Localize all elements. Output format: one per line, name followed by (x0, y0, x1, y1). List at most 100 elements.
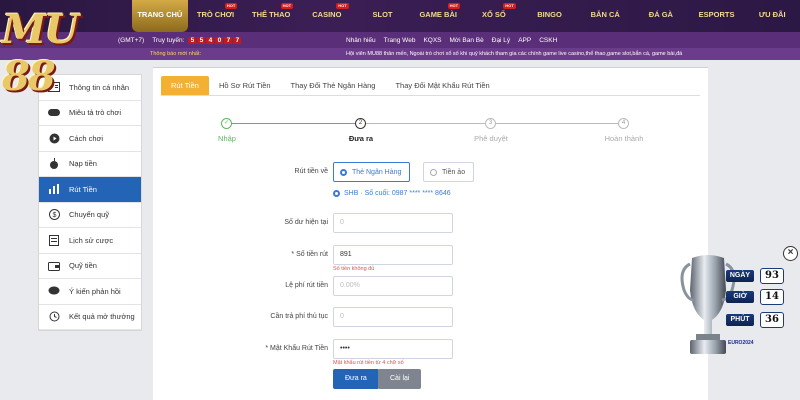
quick-link[interactable]: CSKH (539, 37, 557, 44)
countdown-row: NGÀY 93 (726, 268, 788, 284)
quick-link[interactable]: Trang Web (384, 37, 416, 44)
amount-input[interactable]: 891 (333, 245, 453, 265)
nav-item-1[interactable]: TRÒ CHƠI HOT (188, 0, 244, 32)
nav-item-4[interactable]: SLOT (355, 0, 411, 32)
quick-link[interactable]: Đại Lý (492, 37, 510, 44)
site-logo[interactable]: MU 88 (2, 6, 132, 100)
history-list-icon (47, 234, 61, 246)
sidebar-item-label: Nạp tiền (69, 159, 97, 169)
step-label-1: Nhập (218, 134, 236, 143)
sidebar-item-8[interactable]: Ý kiến phản hồi (39, 279, 141, 305)
quick-link[interactable]: KQXS (423, 37, 441, 44)
hot-badge: HOT (224, 3, 238, 9)
nav-item-label: SLOT (372, 10, 393, 19)
withdraw-tabs: Rút Tiền Hồ Sơ Rút Tiền Thay Đổi Thẻ Ngân … (161, 76, 700, 96)
countdown-value: 36 (760, 312, 784, 328)
bar-chart-icon (47, 183, 61, 195)
quick-link[interactable]: APP (518, 37, 531, 44)
password-row: * Mật Khẩu Rút Tiền •••• Mật khẩu rút ti… (153, 339, 708, 366)
counter-digit: 7 (224, 36, 233, 44)
nav-item-10[interactable]: ESPORTS (689, 0, 745, 32)
sidebar-item-3[interactable]: Nạp tiền (39, 152, 141, 177)
submit-button[interactable]: Đưa ra (333, 369, 379, 389)
sidebar-item-7[interactable]: Quỹ tiền (39, 254, 141, 279)
step-dot-1: ✓ (221, 118, 232, 129)
sidebar-item-5[interactable]: $ Chuyển quỹ (39, 203, 141, 228)
hot-badge: HOT (336, 3, 349, 9)
tab-2[interactable]: Thay Đổi Thẻ Ngân Hàng (281, 76, 386, 95)
option-bank-label: Thẻ Ngân Hàng (352, 168, 402, 176)
sidebar-item-label: Rút Tiền (69, 184, 97, 194)
sidebar-item-4[interactable]: Rút Tiền (39, 177, 141, 203)
euro-label: EURO2024 (728, 340, 754, 346)
processing-fee-field[interactable]: 0 (333, 307, 453, 327)
reset-button[interactable]: Cài lại (378, 369, 422, 389)
option-bank-card[interactable]: Thẻ Ngân Hàng (333, 162, 411, 182)
option-crypto[interactable]: Tiền ảo (423, 162, 475, 182)
counter-digit: 5 (188, 36, 197, 44)
nav-item-6[interactable]: XỔ SỐ HOT (466, 0, 522, 32)
amount-row: * Số tiền rút 891 Số tiền không đủ (153, 245, 708, 272)
nav-item-0[interactable]: TRANG CHỦ (132, 0, 188, 32)
amount-error: Số tiền không đủ (333, 266, 375, 272)
balance-row: Số dư hiện tại 0 (153, 213, 708, 233)
step-dot-4: 4 (618, 118, 629, 129)
nav-item-label: BINGO (537, 10, 562, 19)
nav-item-11[interactable]: ƯU ĐÃI (744, 0, 800, 32)
main-nav: TRANG CHỦ TRÒ CHƠI HOT THỂ THAO HOT CASINO HOT… (132, 0, 800, 32)
top-header: MU 88 TRANG CHỦ TRÒ CHƠI HOT THỂ THAO HOT CAS… (0, 0, 800, 100)
nav-item-label: XỔ SỐ (481, 10, 506, 19)
nav-item-label: GAME BÀI (419, 10, 457, 19)
bank-account-option[interactable]: SHB · Số cuối: 0987 **** **** 8646 (333, 190, 451, 197)
play-circle-icon (47, 132, 61, 144)
nav-item-2[interactable]: THỂ THAO HOT (243, 0, 299, 32)
nav-item-label: ƯU ĐÃI (758, 10, 786, 19)
nav-item-7[interactable]: BINGO (522, 0, 578, 32)
coin-icon: $ (47, 209, 61, 221)
gamepad-icon (47, 107, 61, 119)
nav-item-8[interactable]: BẮN CÁ (577, 0, 633, 32)
countdown-unit-label: NGÀY (726, 270, 754, 282)
tab-3[interactable]: Thay Đổi Mật Khẩu Rút Tiền (385, 76, 499, 95)
bank-row: SHB · Số cuối: 0987 **** **** 8646 (153, 190, 708, 202)
tab-1[interactable]: Hồ Sơ Rút Tiền (209, 76, 281, 95)
fee-label: Lệ phí rút tiền (285, 282, 328, 289)
nav-item-label: TRÒ CHƠI (196, 10, 235, 19)
quick-link[interactable]: Nhân hiếu (346, 37, 376, 44)
step-dot-2: 2 (355, 118, 366, 129)
nav-item-5[interactable]: GAME BÀI HOT (410, 0, 466, 32)
withdraw-password-input[interactable]: •••• (333, 339, 453, 359)
fee-row: Lệ phí rút tiền 0.00% (153, 276, 708, 296)
password-error: Mật khẩu rút tiền từ 4 chữ số (333, 360, 404, 366)
notice-label: Thông báo mới nhất: (150, 51, 201, 57)
sidebar-item-label: Kết quả mở thưởng (69, 312, 135, 322)
quick-link[interactable]: Mời Ban Bè (450, 37, 484, 44)
countdown-unit-label: GIỜ (726, 291, 754, 303)
nav-item-label: ĐÁ GÀ (648, 10, 673, 19)
chat-icon (47, 285, 61, 297)
svg-text:$: $ (52, 212, 56, 219)
close-icon[interactable]: × (783, 246, 798, 261)
sidebar-item-0[interactable]: Thông tin cá nhân (39, 75, 141, 101)
progress-steps: ✓ Nhập 2 Đưa ra 3 Phê duyệt 4 Hoàn thành (213, 118, 643, 148)
sidebar-item-label: Cách chơi (69, 133, 104, 143)
amount-label: * Số tiền rút (291, 251, 328, 258)
balance-field[interactable]: 0 (333, 213, 453, 233)
withdraw-panel: Rút Tiền Hồ Sơ Rút Tiền Thay Đổi Thẻ Ngân … (153, 67, 708, 400)
tab-0[interactable]: Rút Tiền (161, 76, 209, 95)
sidebar-item-1[interactable]: Miêu tả trò chơi (39, 101, 141, 126)
nav-item-9[interactable]: ĐÁ GÀ (633, 0, 689, 32)
withdraw-to-label: Rút tiền về (294, 168, 328, 175)
counter-digit: 4 (206, 36, 215, 44)
nav-item-3[interactable]: CASINO HOT (299, 0, 355, 32)
sidebar-item-9[interactable]: Kết quả mở thưởng (39, 305, 141, 330)
radio-icon (333, 190, 340, 197)
option-crypto-label: Tiền ảo (442, 168, 466, 176)
sidebar-item-label: Ý kiến phản hồi (69, 286, 121, 296)
sidebar-item-6[interactable]: Lịch sử cược (39, 228, 141, 254)
notice-text: Hội viên MU88 thân mến, Ngoài trò chơi x… (346, 51, 683, 57)
balance-label: Số dư hiện tại (284, 219, 328, 226)
fee-field[interactable]: 0.00% (333, 276, 453, 296)
nav-item-label: TRANG CHỦ (137, 10, 183, 19)
sidebar-item-2[interactable]: Cách chơi (39, 126, 141, 152)
